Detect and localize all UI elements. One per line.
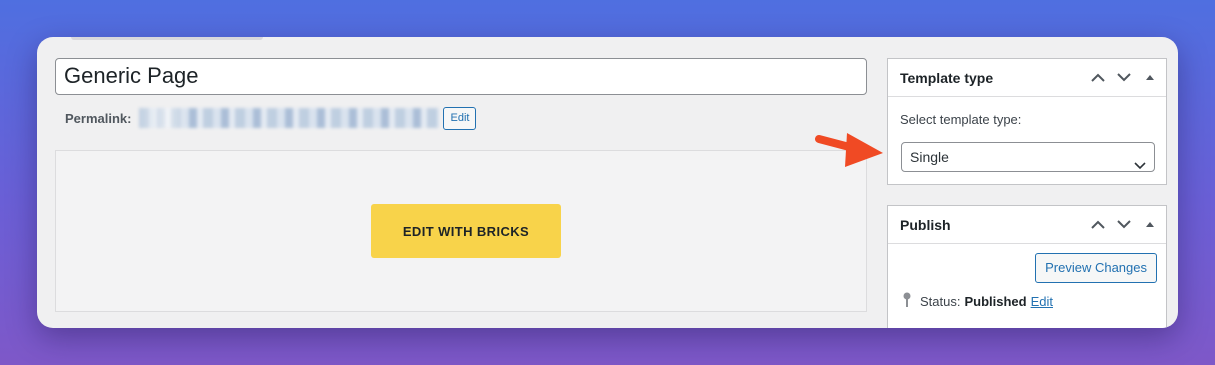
caret-up-icon[interactable] <box>1140 68 1160 88</box>
template-type-select[interactable]: Single <box>901 142 1155 172</box>
status-value: Published <box>964 294 1027 309</box>
chevron-up-icon[interactable] <box>1088 215 1108 235</box>
preview-changes-button[interactable]: Preview Changes <box>1035 253 1157 283</box>
template-type-selected: Single <box>910 149 949 165</box>
template-type-title: Template type <box>900 69 994 86</box>
status-edit-link[interactable]: Edit <box>1031 294 1053 309</box>
permalink-row: Permalink: Edit <box>65 106 477 130</box>
chevron-down-icon <box>1134 151 1146 179</box>
status-label: Status: <box>920 294 961 309</box>
permalink-label: Permalink: <box>65 110 132 126</box>
chevron-up-icon[interactable] <box>1088 68 1108 88</box>
chevron-down-icon[interactable] <box>1114 68 1134 88</box>
tab-strip <box>71 37 263 40</box>
caret-up-icon[interactable] <box>1140 215 1160 235</box>
publish-title: Publish <box>900 216 951 233</box>
publish-header: Publish <box>888 206 1166 244</box>
post-title-input[interactable]: Generic Page <box>55 58 867 95</box>
permalink-url-blurred[interactable] <box>139 108 440 128</box>
chevron-down-icon[interactable] <box>1114 215 1134 235</box>
edit-with-bricks-button[interactable]: EDIT WITH BRICKS <box>371 204 561 258</box>
content-editor-area: EDIT WITH BRICKS <box>55 150 867 312</box>
template-type-header: Template type <box>888 59 1166 97</box>
pin-icon <box>902 292 912 311</box>
status-row: Status: Published Edit <box>902 292 1053 311</box>
select-template-label: Select template type: <box>900 112 1022 127</box>
publish-metabox: Publish Preview Changes Status: Publishe… <box>887 205 1167 328</box>
editor-window: Generic Page Permalink: Edit EDIT WITH B… <box>37 37 1178 328</box>
arrow-icon <box>815 133 883 167</box>
permalink-edit-button[interactable]: Edit <box>443 106 477 130</box>
template-type-metabox: Template type Select template type: Sing… <box>887 58 1167 185</box>
